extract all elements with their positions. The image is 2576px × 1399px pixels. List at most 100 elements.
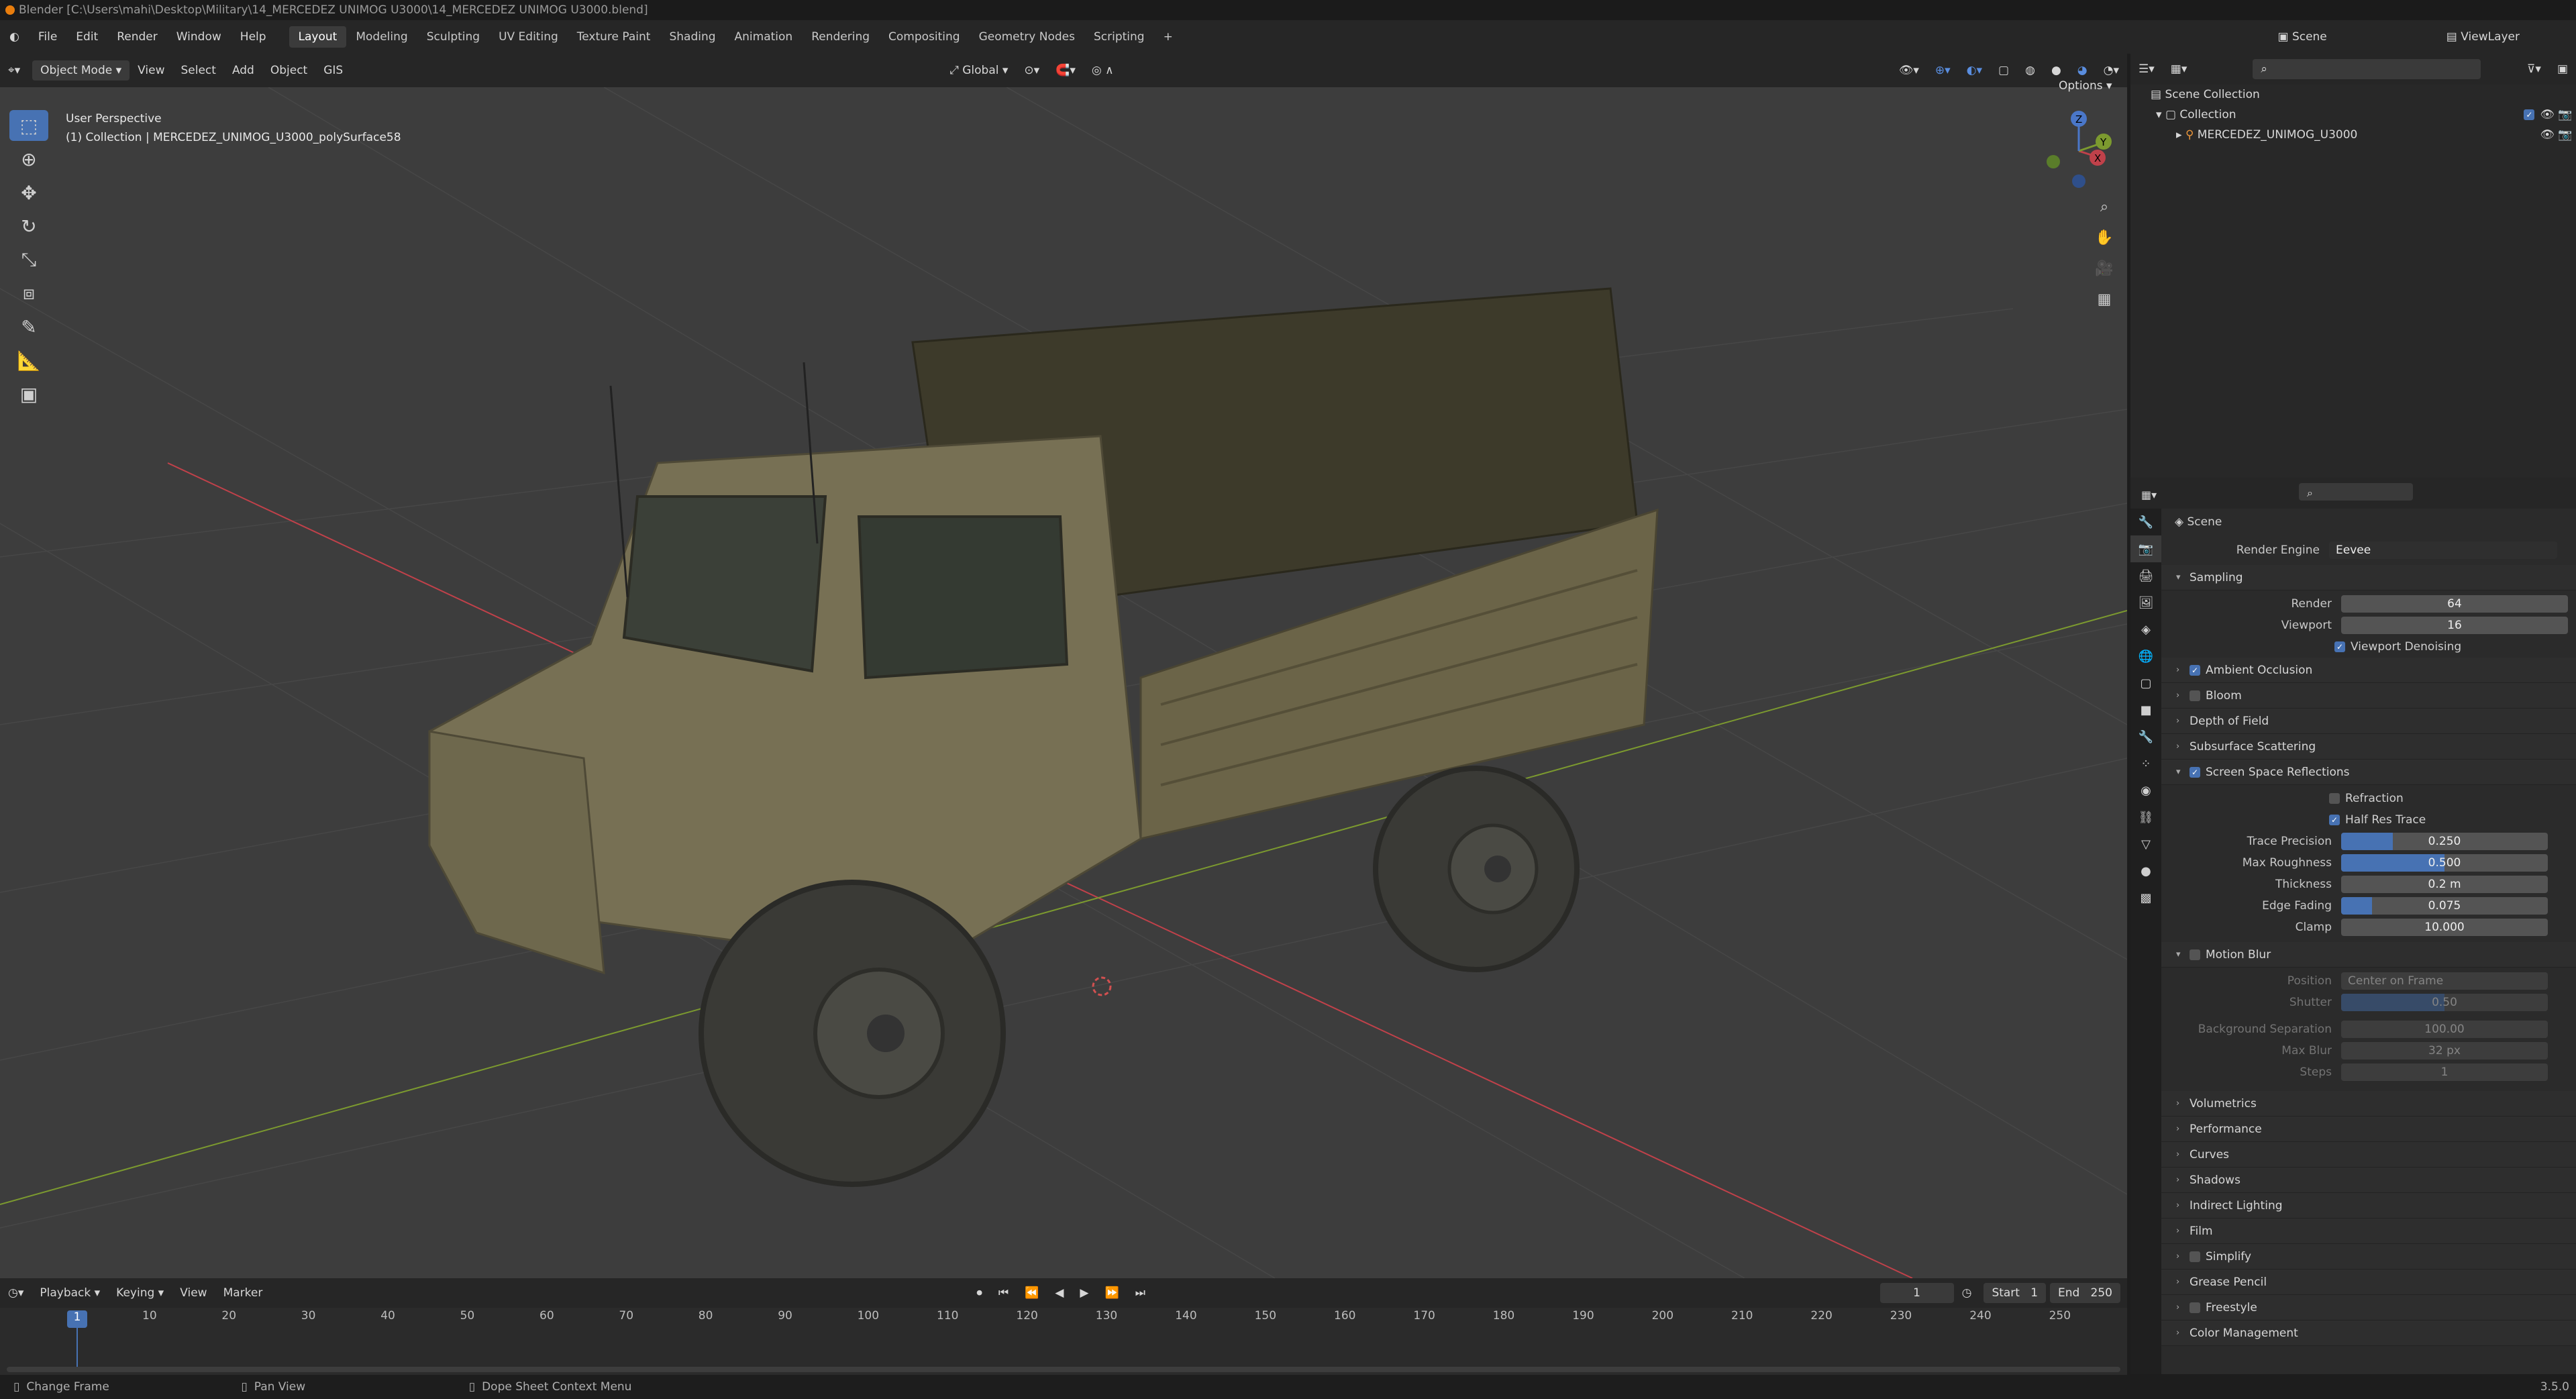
pan-hand-icon[interactable]: ✋: [2091, 224, 2118, 251]
section-screen-space-reflections[interactable]: ▾ ✓ Screen Space Reflections: [2161, 760, 2576, 785]
tab-animation[interactable]: Animation: [725, 26, 803, 48]
eye-icon[interactable]: 👁: [2540, 108, 2558, 121]
tab-sculpting[interactable]: Sculpting: [417, 26, 489, 48]
menu-render[interactable]: Render: [107, 30, 167, 44]
ssr-checkbox[interactable]: ✓: [2189, 766, 2200, 778]
section-motion-blur[interactable]: ▾ Motion Blur: [2161, 942, 2576, 968]
position-dropdown[interactable]: Center on Frame: [2341, 972, 2548, 990]
render-tab-icon[interactable]: 📷: [2130, 535, 2161, 562]
menu-window[interactable]: Window: [167, 30, 231, 44]
section-performance[interactable]: › Performance: [2161, 1117, 2576, 1142]
outliner-row-object[interactable]: ▸ ⚲ MERCEDEZ_UNIMOG_U3000 👁 📷: [2130, 125, 2576, 145]
view-layer-tab-icon[interactable]: 🖼: [2130, 589, 2161, 616]
menu-view[interactable]: View: [130, 61, 172, 80]
camera-icon[interactable]: 📷: [2558, 128, 2576, 142]
object-tab-icon[interactable]: ■: [2130, 696, 2161, 723]
output-tab-icon[interactable]: 🖨: [2130, 562, 2161, 589]
transform-orientation-dropdown[interactable]: ⤢ Global ▾: [941, 61, 1016, 80]
section-ambient-occlusion[interactable]: › ✓ Ambient Occlusion: [2161, 658, 2576, 683]
texture-tab-icon[interactable]: ▩: [2130, 884, 2161, 911]
tab-layout[interactable]: Layout: [289, 26, 347, 48]
tab-modeling[interactable]: Modeling: [346, 26, 417, 48]
ao-checkbox[interactable]: ✓: [2189, 664, 2200, 676]
camera-icon[interactable]: 📷: [2558, 108, 2576, 121]
timeline-editor-icon[interactable]: ◷▾: [0, 1284, 32, 1302]
expand-icon[interactable]: ▾: [2156, 108, 2165, 121]
section-volumetrics[interactable]: › Volumetrics: [2161, 1091, 2576, 1117]
properties-editor-icon[interactable]: ▦▾: [2133, 486, 2165, 504]
data-tab-icon[interactable]: ▽: [2130, 831, 2161, 858]
gizmo-toggle-icon[interactable]: ⊕▾: [1927, 61, 1959, 80]
display-mode-icon[interactable]: ▦▾: [2163, 60, 2196, 79]
menu-marker[interactable]: Marker: [215, 1284, 271, 1302]
scene-selector[interactable]: ▣ Scene: [2268, 30, 2336, 44]
shading-rendered-icon[interactable]: ◔▾: [2096, 61, 2127, 80]
overlay-toggle-icon[interactable]: ◐▾: [1959, 61, 1990, 80]
preview-range-icon[interactable]: ◷: [1954, 1284, 1980, 1302]
menu-playback[interactable]: Playback ▾: [32, 1284, 108, 1302]
tab-rendering[interactable]: Rendering: [802, 26, 879, 48]
tab-geometry-nodes[interactable]: Geometry Nodes: [970, 26, 1084, 48]
properties-search-input[interactable]: ⌕: [2299, 483, 2413, 501]
menu-gis[interactable]: GIS: [315, 61, 351, 80]
menu-help[interactable]: Help: [231, 30, 276, 44]
collection-tab-icon[interactable]: ▢: [2130, 670, 2161, 696]
menu-timeline-view[interactable]: View: [172, 1284, 215, 1302]
outliner-search-input[interactable]: ⌕: [2253, 59, 2481, 79]
zoom-icon[interactable]: ⌕: [2091, 193, 2118, 220]
section-depth-of-field[interactable]: › Depth of Field: [2161, 709, 2576, 734]
shutter-slider[interactable]: 0.50: [2341, 994, 2548, 1011]
scale-tool-icon[interactable]: ⤡: [9, 244, 48, 275]
motion-blur-checkbox[interactable]: [2189, 949, 2200, 960]
options-dropdown[interactable]: Options ▾: [2059, 79, 2112, 93]
visibility-icon[interactable]: 👁▾: [1891, 61, 1927, 80]
tab-scripting[interactable]: Scripting: [1084, 26, 1154, 48]
snap-icon[interactable]: 🧲▾: [1047, 61, 1084, 80]
filter-icon[interactable]: ⊽▾: [2519, 60, 2549, 79]
freestyle-checkbox[interactable]: [2189, 1302, 2200, 1313]
section-curves[interactable]: › Curves: [2161, 1142, 2576, 1168]
outliner-row-collection[interactable]: ▾ ▢ Collection ✓ 👁 📷: [2130, 105, 2576, 125]
shading-material-icon[interactable]: ◕: [2069, 61, 2096, 80]
section-shadows[interactable]: › Shadows: [2161, 1168, 2576, 1193]
eye-icon[interactable]: 👁: [2540, 128, 2558, 142]
timeline-area[interactable]: 1 10 20 30 40 50 60 70 80 90 100 110 120 130 140 150 16…: [0, 1308, 2127, 1375]
new-collection-icon[interactable]: ▣: [2549, 60, 2576, 79]
expand-icon[interactable]: ▸: [2176, 128, 2185, 142]
play-icon[interactable]: ▶: [1072, 1284, 1096, 1302]
section-film[interactable]: › Film: [2161, 1219, 2576, 1244]
shading-solid-icon[interactable]: ●: [2043, 61, 2069, 80]
mode-dropdown[interactable]: Object Mode ▾: [32, 60, 130, 81]
tab-texture-paint[interactable]: Texture Paint: [568, 26, 660, 48]
jump-end-icon[interactable]: ⏭: [1127, 1284, 1153, 1302]
section-subsurface-scattering[interactable]: › Subsurface Scattering: [2161, 734, 2576, 760]
half-res-row[interactable]: ✓ Half Res Trace: [2161, 809, 2576, 831]
transform-tool-icon[interactable]: ⧈: [9, 278, 48, 309]
3d-viewport[interactable]: [0, 87, 2127, 1278]
tab-shading[interactable]: Shading: [660, 26, 725, 48]
simplify-checkbox[interactable]: [2189, 1251, 2200, 1262]
viewport-samples-field[interactable]: 16: [2341, 617, 2568, 634]
proportional-edit-icon[interactable]: ◎ ∧: [1084, 61, 1122, 80]
current-frame-field[interactable]: 1: [1879, 1283, 1954, 1303]
menu-add[interactable]: Add: [224, 61, 262, 80]
material-tab-icon[interactable]: ●: [2130, 858, 2161, 884]
section-simplify[interactable]: › Simplify: [2161, 1244, 2576, 1270]
prev-key-icon[interactable]: ⏪: [1017, 1284, 1047, 1302]
add-cube-tool-icon[interactable]: ▣: [9, 378, 48, 409]
edge-fading-slider[interactable]: 0.075: [2341, 897, 2548, 915]
editor-type-icon[interactable]: ⌖▾: [0, 61, 28, 80]
tab-compositing[interactable]: Compositing: [879, 26, 970, 48]
scene-tab-icon[interactable]: ◈: [2130, 616, 2161, 643]
viewlayer-selector[interactable]: ▤ ViewLayer: [2437, 30, 2529, 44]
move-tool-icon[interactable]: ✥: [9, 177, 48, 208]
annotate-tool-icon[interactable]: ✎: [9, 311, 48, 342]
navigation-gizmo[interactable]: X Y Z: [2032, 104, 2126, 198]
section-bloom[interactable]: › Bloom: [2161, 683, 2576, 709]
end-frame-field[interactable]: End 250: [2050, 1283, 2120, 1303]
world-tab-icon[interactable]: 🌐: [2130, 643, 2161, 670]
collection-checkbox[interactable]: ✓: [2524, 109, 2535, 120]
section-grease-pencil[interactable]: › Grease Pencil: [2161, 1270, 2576, 1295]
ortho-grid-icon[interactable]: ▦: [2091, 286, 2118, 313]
camera-view-icon[interactable]: 🎥: [2091, 255, 2118, 282]
